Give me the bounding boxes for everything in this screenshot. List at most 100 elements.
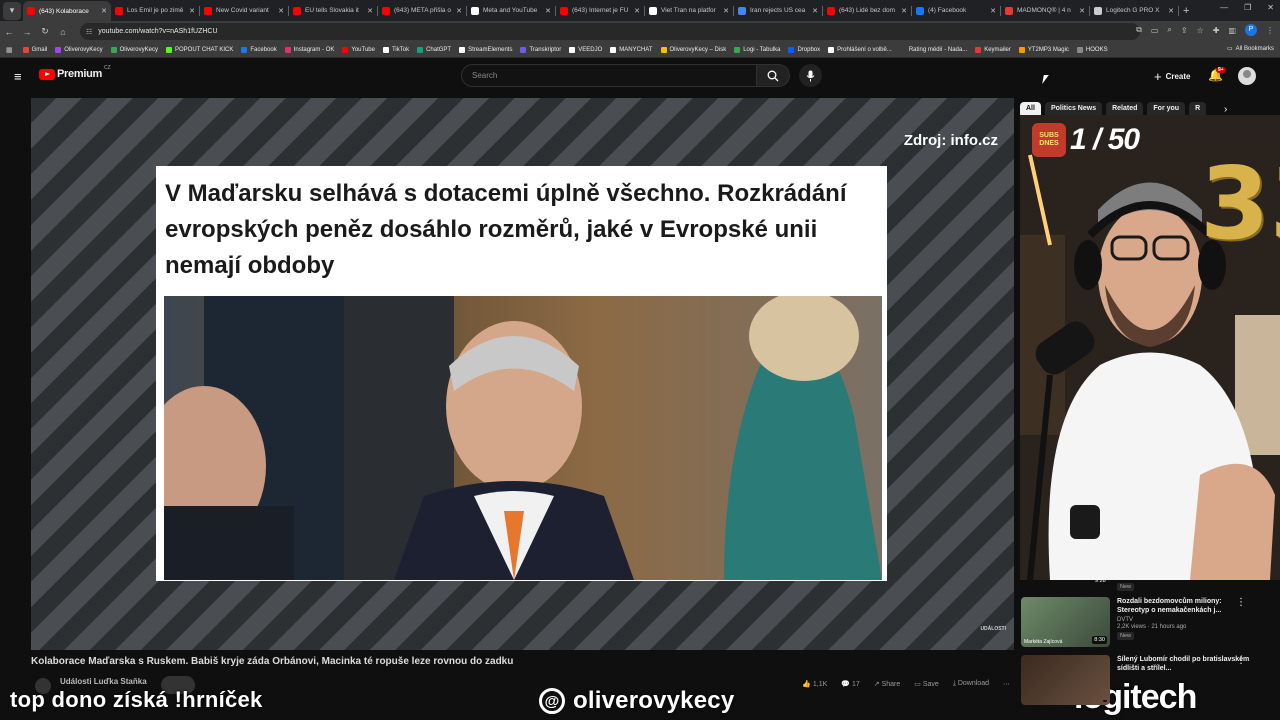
recommendation-title[interactable]: Rozdali bezdomovcům miliony: Stereotyp o… (1117, 597, 1252, 615)
bookmark-item[interactable]: YT2MP3 Magic (1018, 46, 1069, 53)
video-thumbnail[interactable] (1021, 655, 1110, 705)
browser-toolbar: ← → ↻ ⌂ ☷ youtube.com/watch?v=nASh1fUZHC… (0, 21, 1280, 42)
download-button[interactable]: ⤓ Download (953, 680, 989, 688)
browser-tab[interactable]: Viet Tran na platfor ✕ (645, 2, 733, 20)
extensions-icon[interactable]: ✚ (1213, 26, 1220, 35)
zoom-icon[interactable]: ⌕ (1167, 25, 1171, 35)
browser-tab[interactable]: Los Emil je po zimě ✕ (111, 2, 199, 20)
close-tab-icon[interactable]: ✕ (367, 7, 373, 15)
bookmark-item[interactable]: OliverovyKecy – Disk (660, 46, 726, 53)
bookmark-item[interactable]: Gmail (22, 46, 47, 53)
site-info-icon[interactable]: ☷ (86, 28, 92, 36)
browser-tab[interactable]: (643) Lidé bez dom ✕ (823, 2, 911, 20)
video-player[interactable]: Zdroj: info.cz V Maďarsku selhává s dota… (31, 98, 1014, 650)
browser-tab[interactable]: (643) META přišla o ✕ (378, 2, 466, 20)
bookmark-item[interactable]: Facebook (241, 46, 277, 53)
bookmark-item[interactable]: Rating médií - Nada... (899, 46, 968, 53)
recommendation-list: 8:30 Markéta Zajícová Rozdali bezdomovcům … (1020, 580, 1280, 705)
browser-tab[interactable]: EU tells Slovakia it ✕ (289, 2, 377, 20)
save-button[interactable]: ▭ Save (914, 680, 939, 688)
bookmark-item[interactable]: VEEDJO (569, 46, 602, 53)
close-tab-icon[interactable]: ✕ (456, 7, 462, 15)
browser-tab[interactable]: (643) Internet je FU ✕ (556, 2, 644, 20)
notification-badge: 9+ (1216, 67, 1226, 73)
close-tab-icon[interactable]: ✕ (1079, 7, 1085, 15)
bookmark-star-icon[interactable]: ☆ (1197, 26, 1204, 35)
bookmark-item[interactable]: POPOUT CHAT KICK (165, 46, 233, 53)
bookmark-label: Rating médií - Nada... (908, 46, 968, 53)
browser-tab[interactable]: MADMONQ® | 4 n ✕ (1001, 2, 1089, 20)
search-input[interactable]: Search (461, 64, 757, 87)
share-button[interactable]: ↗ Share (874, 680, 901, 688)
new-tab-button[interactable]: + (1183, 5, 1189, 17)
restore-icon[interactable]: ❐ (1244, 3, 1251, 12)
comments-button[interactable]: 💬 17 (841, 680, 859, 688)
profile-avatar[interactable]: P (1245, 24, 1257, 36)
bookmark-item[interactable]: Dropbox (788, 46, 820, 53)
bookmark-item[interactable]: TikTok (382, 46, 409, 53)
browser-tab[interactable]: Logitech G PRO X ✕ (1090, 2, 1178, 20)
browser-tab[interactable]: Meta and YouTube ✕ (467, 2, 555, 20)
recommendation-channel[interactable]: DVTV (1117, 617, 1252, 623)
youtube-premium-logo[interactable]: Premium CZ (39, 65, 111, 80)
back-icon[interactable]: ← (0, 27, 18, 37)
close-tab-icon[interactable]: ✕ (278, 7, 284, 15)
install-app-icon[interactable]: ⧉ (1136, 25, 1142, 35)
tab-search-icon[interactable]: ▾ (3, 1, 21, 20)
bookmark-item[interactable]: MANYCHAT (610, 46, 653, 53)
browser-tab[interactable]: New Covid variant ✕ (200, 2, 288, 20)
close-tab-icon[interactable]: ✕ (812, 7, 818, 15)
recommendation-item[interactable]: 8:30 Markéta Zajícová Rozdali bezdomovcům … (1020, 580, 1270, 647)
close-tab-icon[interactable]: ✕ (1168, 7, 1174, 15)
close-window-icon[interactable]: ✕ (1267, 3, 1274, 12)
bookmark-item[interactable]: YouTube (342, 46, 375, 53)
account-avatar[interactable] (1238, 67, 1256, 85)
create-button[interactable]: + Create (1146, 66, 1199, 86)
search-button[interactable] (756, 64, 790, 87)
bookmark-item[interactable]: Logi - Tabulka (734, 46, 780, 53)
bookmark-item[interactable]: HOOKS (1076, 46, 1108, 53)
bookmark-item[interactable]: Prohlášení o volbě... (828, 46, 892, 53)
all-bookmarks-button[interactable]: ▭ All Bookmarks (1227, 45, 1274, 53)
browser-tab[interactable]: (4) Facebook ✕ (912, 2, 1000, 20)
tab-title: (643) Kolaborace (39, 7, 89, 15)
menu-icon[interactable]: ⋮ (1266, 26, 1274, 35)
home-icon[interactable]: ⌂ (54, 27, 72, 37)
share-icon[interactable]: ⇪ (1181, 26, 1188, 35)
bookmark-item[interactable]: ChatGPT (417, 46, 451, 53)
bookmark-item[interactable]: OliverovyKecy (110, 46, 158, 53)
recommendation-item[interactable]: Šílený Lubomír chodil po bratislavském s… (1020, 638, 1270, 705)
close-tab-icon[interactable]: ✕ (901, 7, 907, 15)
more-options-icon[interactable]: ⋮ (1236, 597, 1246, 608)
bookmark-item[interactable]: Keymailer (975, 46, 1011, 53)
reload-icon[interactable]: ↻ (36, 26, 54, 37)
close-tab-icon[interactable]: ✕ (723, 7, 729, 15)
bookmark-item[interactable]: OliverovyKecy (55, 46, 103, 53)
tab-title: EU tells Slovakia it (305, 7, 359, 14)
like-button[interactable]: 👍 1,1K (802, 680, 827, 688)
close-tab-icon[interactable]: ✕ (634, 7, 640, 15)
hamburger-menu-icon[interactable]: ≡ (14, 69, 22, 84)
close-tab-icon[interactable]: ✕ (189, 7, 195, 15)
channel-name[interactable]: Události Luďka Staňka (60, 677, 147, 686)
close-tab-icon[interactable]: ✕ (545, 7, 551, 15)
bookmark-item[interactable]: StreamElements (459, 46, 512, 53)
bookmark-favicon (22, 46, 29, 53)
forward-icon[interactable]: → (18, 27, 36, 37)
apps-grid-icon[interactable]: ▦ (6, 46, 13, 54)
close-tab-icon[interactable]: ✕ (990, 7, 996, 15)
chevron-right-icon[interactable]: › (1224, 104, 1227, 115)
browser-tab[interactable]: (643) Kolaborace ✕ (23, 1, 111, 21)
close-tab-icon[interactable]: ✕ (101, 7, 107, 15)
bookmark-item[interactable]: Transkriptor (520, 46, 561, 53)
more-actions-icon[interactable]: ⋯ (1003, 680, 1010, 688)
bookmark-item[interactable]: Instagram - OK (284, 46, 334, 53)
sidebar-icon[interactable]: ▥ (1228, 26, 1236, 35)
more-options-icon[interactable]: ⋮ (1236, 655, 1246, 666)
recommendation-title[interactable]: Šílený Lubomír chodil po bratislavském s… (1117, 655, 1252, 673)
browser-tab[interactable]: Iran rejects US cea ✕ (734, 2, 822, 20)
cast-icon[interactable]: ▭ (1151, 26, 1159, 35)
minimize-icon[interactable]: — (1220, 3, 1228, 12)
address-bar[interactable]: ☷ youtube.com/watch?v=nASh1fUZHCU (80, 23, 1140, 40)
voice-search-button[interactable] (799, 64, 822, 87)
